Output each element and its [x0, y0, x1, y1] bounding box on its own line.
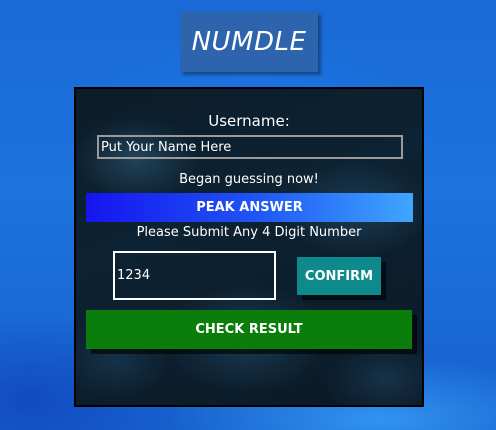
app-title: NUMDLE: [191, 27, 307, 57]
peak-answer-button[interactable]: PEAK ANSWER: [86, 193, 413, 222]
username-label: Username:: [208, 112, 290, 130]
guess-number-input[interactable]: [113, 251, 276, 300]
game-panel: Username: Began guessing now! PEAK ANSWE…: [74, 87, 424, 407]
guess-status-text: Began guessing now!: [179, 172, 319, 187]
username-input[interactable]: [97, 135, 403, 159]
check-result-button[interactable]: CHECK RESULT: [86, 310, 412, 349]
confirm-button[interactable]: CONFIRM: [297, 257, 381, 295]
title-banner: NUMDLE: [180, 12, 318, 72]
desktop-background: NUMDLE Username: Began guessing now! PEA…: [0, 0, 496, 430]
submit-prompt-text: Please Submit Any 4 Digit Number: [136, 225, 362, 240]
